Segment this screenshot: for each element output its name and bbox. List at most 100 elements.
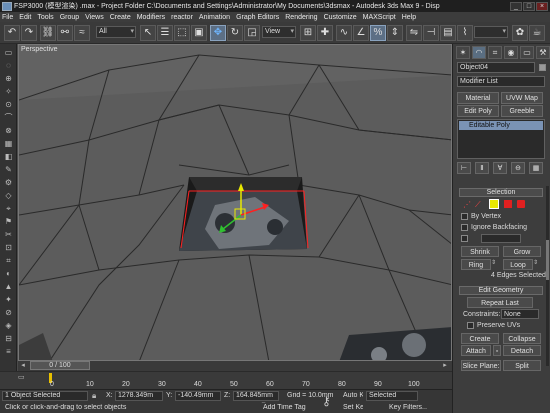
- undo-icon[interactable]: ↶: [4, 25, 20, 41]
- minimize-button[interactable]: _: [510, 1, 522, 11]
- snap-toggle-icon[interactable]: ∿: [336, 25, 352, 41]
- grow-button[interactable]: Grow: [503, 246, 541, 257]
- layer-manager-icon[interactable]: ▤: [440, 25, 456, 41]
- remove-modifier-icon[interactable]: ⊖: [511, 162, 525, 174]
- attach-button[interactable]: Attach: [461, 345, 491, 356]
- time-slider-thumb[interactable]: 0 / 100: [30, 361, 90, 370]
- close-button[interactable]: ×: [536, 1, 548, 11]
- object-color-swatch[interactable]: [539, 64, 546, 71]
- border-level-icon[interactable]: [489, 199, 499, 209]
- perspective-viewport[interactable]: Perspective: [18, 44, 452, 361]
- angle-field[interactable]: [481, 234, 521, 243]
- menu-graph-editors[interactable]: Graph Editors: [236, 14, 279, 21]
- key-filters-button[interactable]: Key Filters...: [386, 403, 428, 413]
- rectangular-selection-icon[interactable]: ⬚: [174, 25, 190, 41]
- time-slider[interactable]: 0 / 100 ◂ ▸: [18, 361, 452, 371]
- ring-spinner-icon[interactable]: ⇕: [491, 259, 497, 270]
- menu-views[interactable]: Views: [85, 14, 104, 21]
- quick-render-icon[interactable]: ☕: [529, 25, 545, 41]
- named-selection-dropdown[interactable]: [474, 26, 508, 38]
- strip-tool-20-icon[interactable]: ✦: [3, 295, 14, 305]
- split-button[interactable]: Split: [503, 360, 541, 371]
- menu-modifiers[interactable]: Modifiers: [137, 14, 165, 21]
- shrink-button[interactable]: Shrink: [461, 246, 499, 257]
- material-button[interactable]: Material: [457, 92, 499, 104]
- strip-tool-11-icon[interactable]: ⚙: [3, 178, 14, 188]
- create-tab-icon[interactable]: ✶: [456, 46, 470, 59]
- strip-tool-14-icon[interactable]: ⚑: [3, 217, 14, 227]
- detach-button[interactable]: Detach: [503, 345, 541, 356]
- uvw-map-button[interactable]: UVW Map: [501, 92, 543, 104]
- angle-snap-icon[interactable]: ∠: [353, 25, 369, 41]
- select-scale-icon[interactable]: ◲: [244, 25, 260, 41]
- edge-level-icon[interactable]: ⟋: [475, 200, 485, 210]
- select-by-name-icon[interactable]: ☰: [157, 25, 173, 41]
- prev-frame-icon[interactable]: ◂: [18, 361, 28, 370]
- make-unique-icon[interactable]: ∀: [493, 162, 507, 174]
- ring-button[interactable]: Ring: [461, 259, 491, 270]
- lock-selection-icon[interactable]: 🔒︎: [92, 391, 102, 401]
- strip-tool-18-icon[interactable]: ◐: [3, 269, 14, 279]
- menu-customize[interactable]: Customize: [324, 14, 357, 21]
- stack-item-editable-poly[interactable]: Editable Poly: [459, 121, 543, 130]
- panel-scrollbar-thumb[interactable]: [546, 240, 549, 280]
- auto-key-button[interactable]: Auto Key: [340, 391, 364, 401]
- strip-tool-19-icon[interactable]: ▲: [3, 282, 14, 292]
- strip-tool-10-icon[interactable]: ✎: [3, 165, 14, 175]
- strip-tool-5-icon[interactable]: ⊙: [3, 100, 14, 110]
- loop-button[interactable]: Loop: [503, 259, 533, 270]
- menu-edit[interactable]: Edit: [19, 14, 31, 21]
- z-coordinate-field[interactable]: 164.845mm: [233, 391, 279, 401]
- strip-tool-16-icon[interactable]: ⊡: [3, 243, 14, 253]
- hierarchy-tab-icon[interactable]: ⌗: [488, 46, 502, 59]
- x-coordinate-field[interactable]: 1278.349m: [115, 391, 163, 401]
- selection-filter-dropdown[interactable]: All: [96, 26, 136, 38]
- menu-animation[interactable]: Animation: [199, 14, 230, 21]
- percent-snap-icon[interactable]: %: [370, 25, 386, 41]
- add-time-tag[interactable]: Add Time Tag: [258, 403, 308, 413]
- constraints-dropdown[interactable]: None: [501, 309, 539, 319]
- select-manipulate-icon[interactable]: ✚: [317, 25, 333, 41]
- edit-poly-button[interactable]: Edit Poly: [457, 105, 499, 117]
- bind-space-warp-icon[interactable]: ≈: [74, 25, 90, 41]
- next-frame-icon[interactable]: ▸: [440, 361, 450, 370]
- utilities-tab-icon[interactable]: ⚒: [536, 46, 550, 59]
- reference-coord-dropdown[interactable]: View: [262, 26, 296, 38]
- spinner-snap-icon[interactable]: ⇕: [387, 25, 403, 41]
- select-object-icon[interactable]: ↖: [140, 25, 156, 41]
- ignore-backfacing-checkbox[interactable]: [461, 224, 468, 231]
- strip-tool-15-icon[interactable]: ✂: [3, 230, 14, 240]
- track-bar-icon[interactable]: ▭: [18, 373, 46, 381]
- set-key-button[interactable]: Set Key: [340, 403, 364, 413]
- select-link-icon[interactable]: ⛓: [40, 25, 56, 41]
- slice-plane-button[interactable]: Slice Plane:: [461, 360, 501, 371]
- menu-maxscript[interactable]: MAXScript: [363, 14, 396, 21]
- strip-tool-1-icon[interactable]: ▭: [3, 48, 14, 58]
- show-end-result-icon[interactable]: Ⅱ: [475, 162, 489, 174]
- strip-tool-21-icon[interactable]: ⊘: [3, 308, 14, 318]
- curve-editor-icon[interactable]: ⌇: [457, 25, 473, 41]
- strip-tool-22-icon[interactable]: ◈: [3, 321, 14, 331]
- menu-rendering[interactable]: Rendering: [285, 14, 317, 21]
- preserve-uvs-checkbox[interactable]: [467, 322, 474, 329]
- redo-icon[interactable]: ↷: [21, 25, 37, 41]
- object-name-field[interactable]: Object04: [457, 62, 535, 73]
- menu-reactor[interactable]: reactor: [171, 14, 193, 21]
- strip-tool-13-icon[interactable]: ⌖: [3, 204, 14, 214]
- menu-create[interactable]: Create: [110, 14, 131, 21]
- strip-tool-23-icon[interactable]: ⊟: [3, 334, 14, 344]
- set-key-icon[interactable]: ⚷: [322, 392, 336, 410]
- maximize-button[interactable]: □: [523, 1, 535, 11]
- attach-settings-icon[interactable]: ▫: [493, 345, 501, 356]
- auto-key-mode-dropdown[interactable]: Selected: [366, 391, 418, 401]
- mirror-icon[interactable]: ⇋: [406, 25, 422, 41]
- menu-help[interactable]: Help: [402, 14, 416, 21]
- collapse-button[interactable]: Collapse: [503, 333, 541, 344]
- menu-group[interactable]: Group: [60, 14, 79, 21]
- modify-tab-icon[interactable]: ◠: [472, 46, 486, 59]
- vertex-level-icon[interactable]: ⋰: [463, 200, 473, 210]
- select-move-icon[interactable]: ✥: [210, 25, 226, 41]
- edit-geometry-rollout-header[interactable]: Edit Geometry: [459, 286, 543, 295]
- track-bar[interactable]: ▭ 0 10 20 30 40 50 60 70 80 90 100: [0, 371, 452, 389]
- strip-tool-17-icon[interactable]: ⌗: [3, 256, 14, 266]
